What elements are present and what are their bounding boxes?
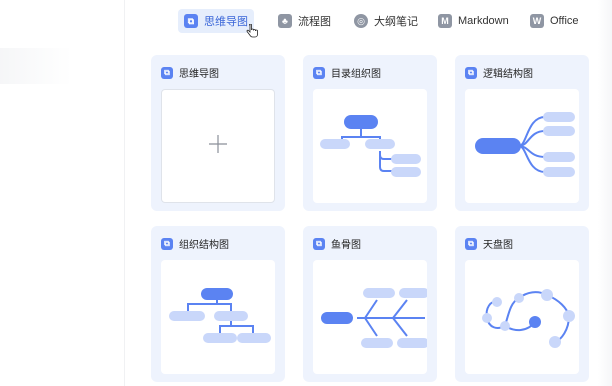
tab-markdown[interactable]: M Markdown [432, 9, 515, 33]
card-title-text: 目录组织图 [331, 69, 381, 80]
hand-cursor-icon [246, 24, 258, 38]
sidebar-blurred-item [0, 48, 72, 84]
mindmap-icon: ⧉ [313, 66, 325, 79]
card-title: ⧉ 思维导图 [161, 65, 219, 80]
template-preview [313, 260, 427, 374]
flowchart-icon: ♣ [278, 14, 292, 28]
tab-label: 思维导图 [204, 16, 248, 28]
tab-label: 流程图 [298, 16, 331, 28]
template-preview [161, 89, 275, 203]
tab-office[interactable]: W Office [524, 9, 585, 33]
directory-diagram [320, 115, 421, 177]
template-card-directory[interactable]: ⧉ 目录组织图 [303, 55, 437, 211]
mindmap-icon: ⧉ [465, 66, 477, 79]
tab-flowchart[interactable]: ♣ 流程图 [272, 9, 337, 33]
tab-label: 大纲笔记 [374, 16, 418, 28]
office-icon: W [530, 14, 544, 28]
template-card-org[interactable]: ⧉ 组织结构图 [151, 226, 285, 382]
mindmap-icon: ⧉ [313, 237, 325, 250]
tab-mindmap[interactable]: ⧉ 思维导图 [178, 9, 254, 33]
tab-outline[interactable]: ◎ 大纲笔记 [348, 9, 424, 33]
mindmap-icon: ⧉ [161, 66, 173, 79]
card-title: ⧉ 鱼骨图 [313, 236, 361, 251]
card-title: ⧉ 组织结构图 [161, 236, 229, 251]
tab-label: Office [550, 15, 579, 27]
card-title: ⧉ 目录组织图 [313, 65, 381, 80]
mindmap-icon: ⧉ [161, 237, 173, 250]
template-preview [313, 89, 427, 203]
card-title-text: 鱼骨图 [331, 240, 361, 251]
scroll-edge [598, 0, 612, 386]
mindmap-icon: ⧉ [465, 237, 477, 250]
template-card-fishbone[interactable]: ⧉ 鱼骨图 [303, 226, 437, 382]
fishbone-diagram [321, 288, 427, 348]
org-diagram [169, 288, 271, 343]
template-preview [465, 89, 579, 203]
template-card-mindmap[interactable]: ⧉ 思维导图 [151, 55, 285, 211]
sky-diagram [482, 289, 575, 348]
mindmap-icon: ⧉ [184, 14, 198, 28]
card-title-text: 逻辑结构图 [483, 69, 533, 80]
outline-icon: ◎ [354, 14, 368, 28]
left-pane [0, 0, 124, 386]
card-title-text: 天盘图 [483, 240, 513, 251]
logic-diagram [475, 112, 575, 177]
tab-label: Markdown [458, 15, 509, 27]
card-title: ⧉ 逻辑结构图 [465, 65, 533, 80]
card-title-text: 组织结构图 [179, 240, 229, 251]
card-title-text: 思维导图 [179, 69, 219, 80]
template-card-sky[interactable]: ⧉ 天盘图 [455, 226, 589, 382]
plus-icon [209, 135, 227, 153]
pane-divider [124, 0, 125, 386]
markdown-icon: M [438, 14, 452, 28]
template-card-logic[interactable]: ⧉ 逻辑结构图 [455, 55, 589, 211]
template-preview [465, 260, 579, 374]
card-title: ⧉ 天盘图 [465, 236, 513, 251]
template-preview [161, 260, 275, 374]
